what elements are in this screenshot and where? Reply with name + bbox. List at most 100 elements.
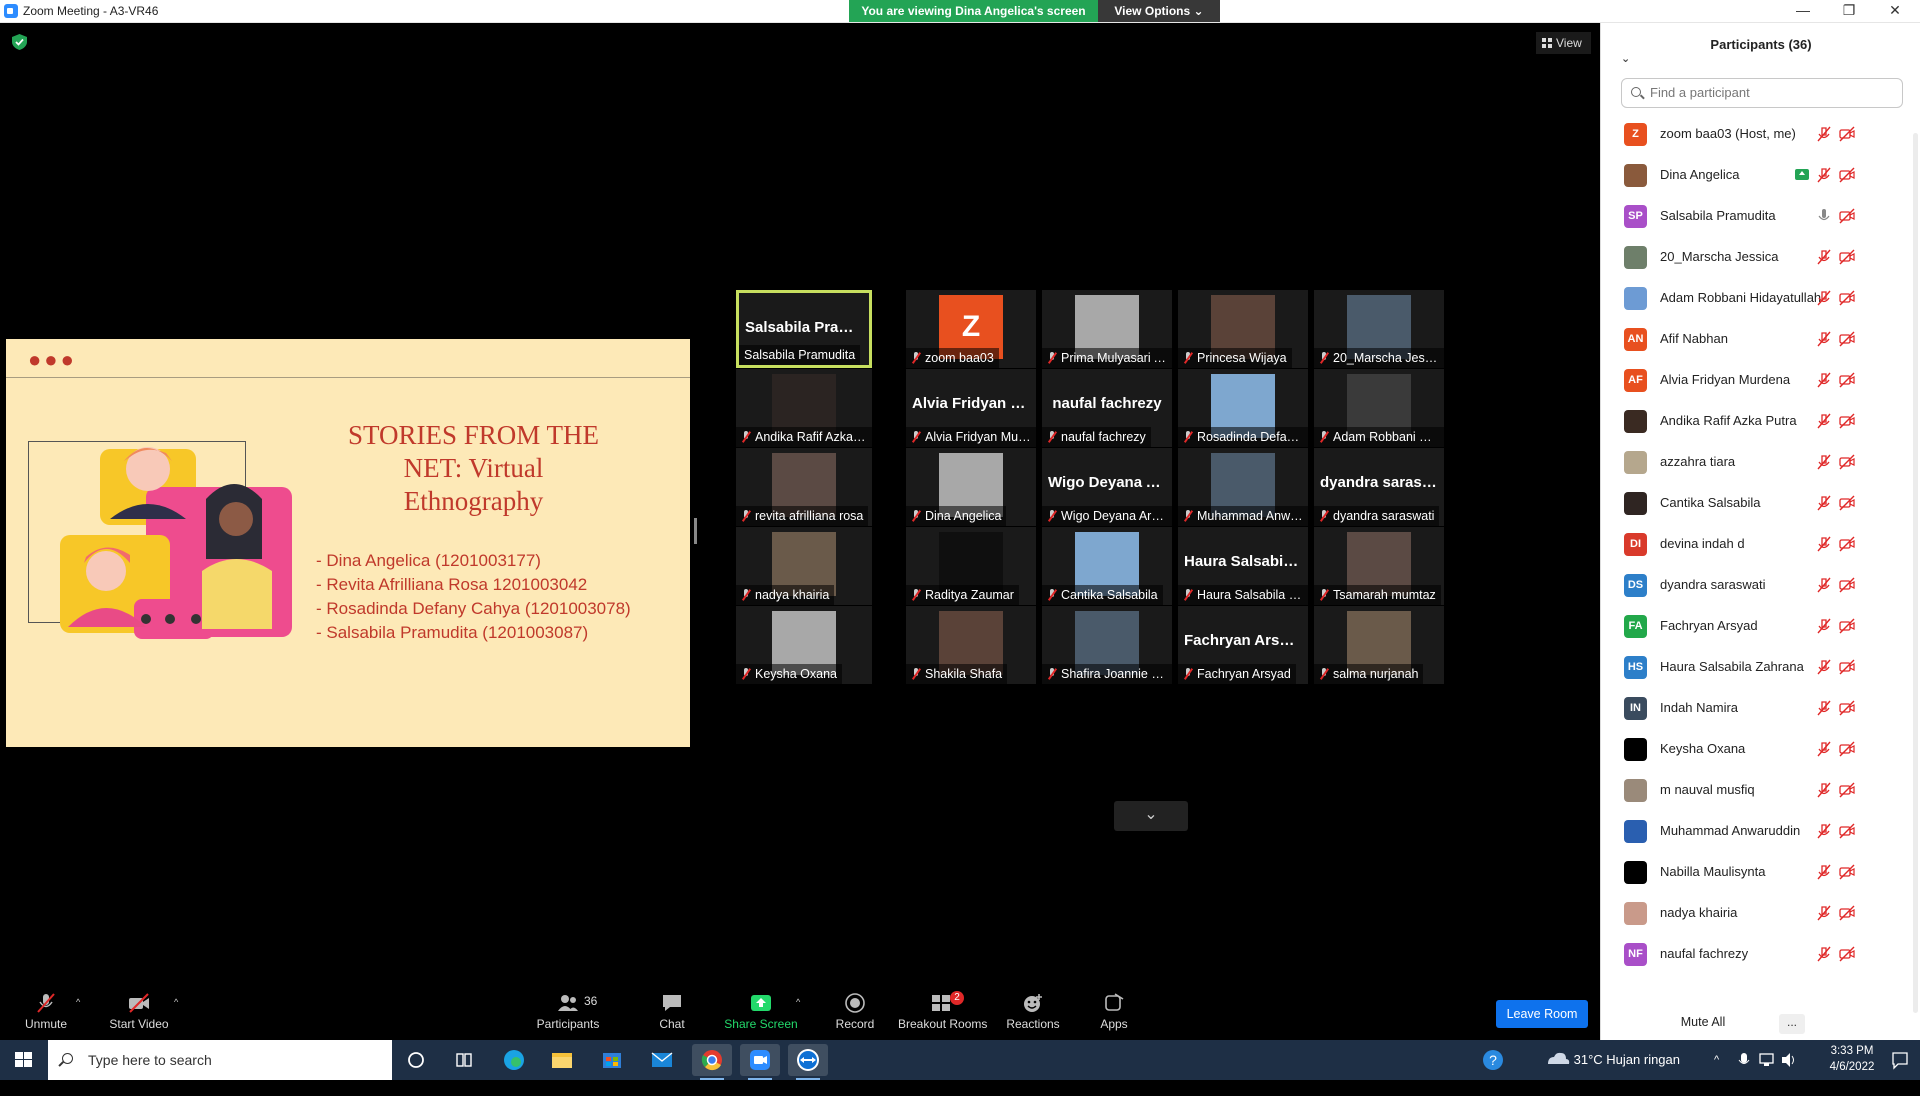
gallery-scroll-down-button[interactable]: ⌄: [1114, 801, 1188, 831]
video-tile[interactable]: Zzoom baa03: [906, 290, 1036, 368]
participant-list-scrollbar[interactable]: [1913, 133, 1918, 1013]
mute-all-button[interactable]: Mute All: [1663, 1008, 1743, 1036]
taskbar-clock[interactable]: 3:33 PM 4/6/2022: [1822, 1043, 1882, 1075]
help-icon[interactable]: ?: [1480, 1040, 1506, 1080]
participant-row[interactable]: azzahra tiara: [1601, 442, 1913, 483]
mic-muted-icon[interactable]: [1816, 823, 1832, 839]
reactions-button[interactable]: Reactions: [1004, 977, 1062, 1040]
collapse-chevron-icon[interactable]: ⌄: [1621, 37, 1630, 81]
mic-muted-icon[interactable]: [1816, 454, 1832, 470]
participant-row[interactable]: DI devina indah d: [1601, 524, 1913, 565]
share-screen-button[interactable]: Share Screen: [724, 977, 798, 1040]
video-tile[interactable]: Dina Angelica: [906, 448, 1036, 526]
video-off-icon[interactable]: [1839, 741, 1855, 757]
video-tile[interactable]: naufal fachrezy naufal fachrezy: [1042, 369, 1172, 447]
mic-muted-icon[interactable]: [1816, 864, 1832, 880]
video-tile[interactable]: Haura Salsabila... Haura Salsabila Zahr..…: [1178, 527, 1308, 605]
mic-muted-icon[interactable]: [1816, 249, 1832, 265]
mic-muted-icon[interactable]: [1816, 495, 1832, 511]
file-explorer-icon[interactable]: [542, 1044, 582, 1076]
participants-button[interactable]: Participants 36: [532, 977, 604, 1040]
mic-muted-icon[interactable]: [1816, 577, 1832, 593]
video-off-icon[interactable]: [1839, 823, 1855, 839]
cortana-icon[interactable]: [396, 1044, 436, 1076]
notifications-icon[interactable]: [1890, 1040, 1910, 1080]
participant-row[interactable]: Nabilla Maulisynta: [1601, 852, 1913, 893]
participant-row[interactable]: Cantika Salsabila: [1601, 483, 1913, 524]
mic-muted-icon[interactable]: [1816, 782, 1832, 798]
video-tile[interactable]: Muhammad Anwarud...: [1178, 448, 1308, 526]
video-tile[interactable]: Alvia Fridyan M... Alvia Fridyan Murdena: [906, 369, 1036, 447]
mic-muted-icon[interactable]: [1816, 290, 1832, 306]
participant-row[interactable]: Adam Robbani Hidayatullah: [1601, 278, 1913, 319]
video-tile[interactable]: Keysha Oxana: [736, 606, 872, 684]
participant-row[interactable]: Zzoom baa03 (Host, me): [1601, 114, 1913, 155]
store-icon[interactable]: [592, 1044, 632, 1076]
mic-muted-icon[interactable]: [1816, 659, 1832, 675]
start-video-button[interactable]: Start Video: [104, 977, 174, 1040]
video-tile[interactable]: nadya khairia: [736, 527, 872, 605]
teamviewer-icon[interactable]: [788, 1044, 828, 1080]
video-off-icon[interactable]: [1839, 618, 1855, 634]
share-options-caret[interactable]: ^: [796, 997, 800, 1007]
mic-icon[interactable]: [1816, 208, 1832, 224]
video-tile[interactable]: Wigo Deyana Ar... Wigo Deyana Artilla ...: [1042, 448, 1172, 526]
taskbar-search-box[interactable]: Type here to search: [48, 1040, 392, 1080]
participant-row[interactable]: Keysha Oxana: [1601, 729, 1913, 770]
leave-room-button[interactable]: Leave Room: [1496, 1000, 1588, 1028]
volume-icon[interactable]: [1780, 1040, 1798, 1080]
video-off-icon[interactable]: [1839, 495, 1855, 511]
video-tile[interactable]: revita afrilliana rosa: [736, 448, 872, 526]
video-off-icon[interactable]: [1839, 331, 1855, 347]
participant-row[interactable]: DS dyandra saraswati: [1601, 565, 1913, 606]
participant-row[interactable]: nadya khairia: [1601, 893, 1913, 934]
mic-muted-icon[interactable]: [1816, 413, 1832, 429]
participant-row[interactable]: NF naufal fachrezy: [1601, 934, 1913, 975]
zoom-taskbar-icon[interactable]: [740, 1044, 780, 1080]
view-button[interactable]: View: [1536, 32, 1591, 54]
audio-options-caret[interactable]: ^: [76, 997, 80, 1007]
video-off-icon[interactable]: [1839, 782, 1855, 798]
video-tile[interactable]: Prima Mulyasari Agus...: [1042, 290, 1172, 368]
participant-row[interactable]: Muhammad Anwaruddin: [1601, 811, 1913, 852]
split-resize-handle[interactable]: [694, 518, 697, 544]
video-tile[interactable]: Fachryan Arsyad Fachryan Arsyad: [1178, 606, 1308, 684]
video-off-icon[interactable]: [1839, 372, 1855, 388]
close-window-button[interactable]: ✕: [1872, 0, 1918, 22]
mail-icon[interactable]: [642, 1044, 682, 1076]
participant-row[interactable]: m nauval musfiq: [1601, 770, 1913, 811]
video-off-icon[interactable]: [1839, 413, 1855, 429]
weather-widget[interactable]: 31°C Hujan ringan: [1544, 1040, 1680, 1080]
find-participant-input[interactable]: Find a participant: [1621, 78, 1903, 108]
apps-button[interactable]: Apps: [1094, 977, 1134, 1040]
video-off-icon[interactable]: [1839, 536, 1855, 552]
video-off-icon[interactable]: [1839, 577, 1855, 593]
participant-row[interactable]: IN Indah Namira: [1601, 688, 1913, 729]
video-tile[interactable]: salma nurjanah: [1314, 606, 1444, 684]
mic-muted-icon[interactable]: [1816, 126, 1832, 142]
mic-muted-icon[interactable]: [1816, 331, 1832, 347]
video-tile[interactable]: Shafira Joannie Siregar: [1042, 606, 1172, 684]
mic-muted-icon[interactable]: [1816, 167, 1832, 183]
video-off-icon[interactable]: [1839, 659, 1855, 675]
participant-row[interactable]: AF Alvia Fridyan Murdena: [1601, 360, 1913, 401]
participant-row[interactable]: Andika Rafif Azka Putra: [1601, 401, 1913, 442]
participant-row[interactable]: HS Haura Salsabila Zahrana: [1601, 647, 1913, 688]
video-tile[interactable]: 20_Marscha Jessica: [1314, 290, 1444, 368]
video-off-icon[interactable]: [1839, 290, 1855, 306]
participant-row[interactable]: Dina Angelica: [1601, 155, 1913, 196]
video-off-icon[interactable]: [1839, 946, 1855, 962]
video-off-icon[interactable]: [1839, 454, 1855, 470]
video-off-icon[interactable]: [1839, 167, 1855, 183]
video-tile[interactable]: Andika Rafif Azka Putra: [736, 369, 872, 447]
video-tile[interactable]: Raditya Zaumar: [906, 527, 1036, 605]
mic-muted-icon[interactable]: [1816, 905, 1832, 921]
mic-muted-icon[interactable]: [1816, 741, 1832, 757]
view-options-button[interactable]: View Options ⌄: [1098, 0, 1220, 22]
microphone-tray-icon[interactable]: [1736, 1040, 1752, 1080]
network-icon[interactable]: [1758, 1040, 1776, 1080]
video-off-icon[interactable]: [1839, 864, 1855, 880]
video-tile[interactable]: Salsabila Pramu... Salsabila Pramudita: [736, 290, 872, 368]
video-tile[interactable]: Cantika Salsabila: [1042, 527, 1172, 605]
chat-button[interactable]: Chat: [652, 977, 692, 1040]
